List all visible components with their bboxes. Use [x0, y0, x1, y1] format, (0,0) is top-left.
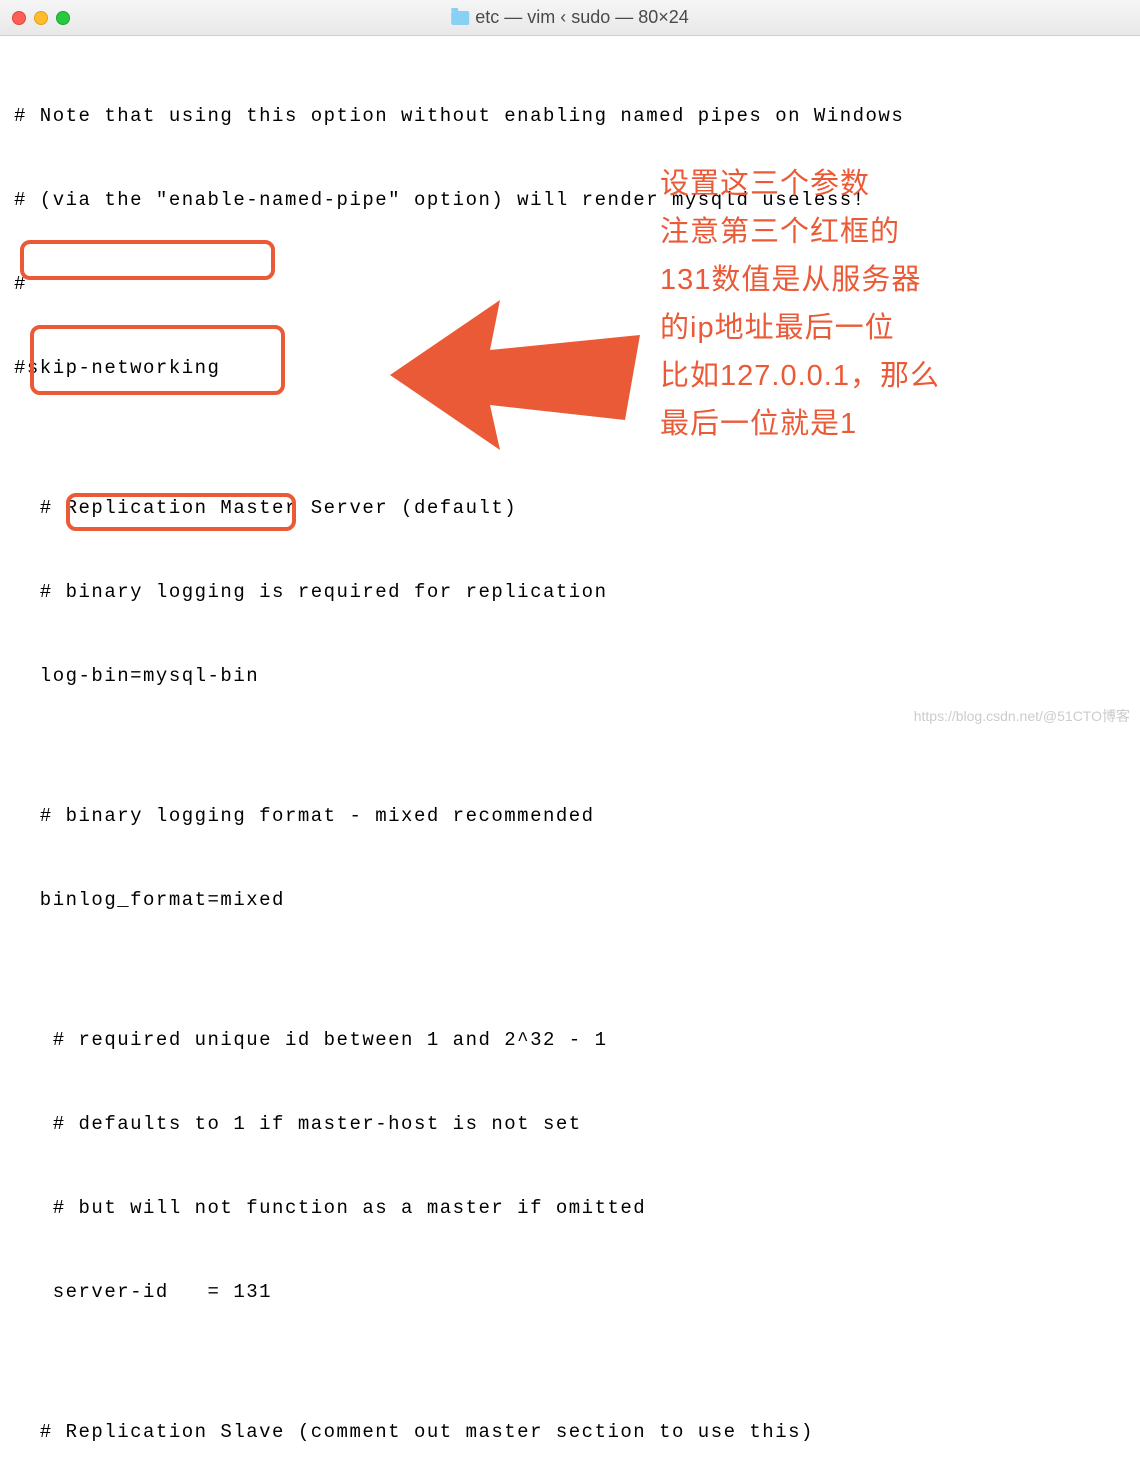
terminal-line: # required unique id between 1 and 2^32 … — [14, 1026, 1126, 1054]
arrow-icon — [390, 290, 640, 460]
highlight-box-binlogformat — [30, 325, 285, 395]
terminal-line: # binary logging format - mixed recommen… — [14, 802, 1126, 830]
terminal-line: # Note that using this option without en… — [14, 102, 1126, 130]
terminal-line: # defaults to 1 if master-host is not se… — [14, 1110, 1126, 1138]
window-title: etc — vim ‹ sudo — 80×24 — [451, 7, 689, 28]
terminal-line: # (via the "enable-named-pipe" option) w… — [14, 186, 1126, 214]
traffic-lights — [12, 11, 70, 25]
highlight-box-logbin — [20, 240, 275, 280]
terminal-line: server-id = 131 — [14, 1278, 1126, 1306]
terminal-line: binlog_format=mixed — [14, 886, 1126, 914]
close-button[interactable] — [12, 11, 26, 25]
highlight-box-serverid — [66, 493, 296, 531]
folder-icon — [451, 11, 469, 25]
title-text: etc — vim ‹ sudo — 80×24 — [475, 7, 689, 28]
terminal-line: # but will not function as a master if o… — [14, 1194, 1126, 1222]
watermark-label: https://blog.csdn.net/@51CTO博客 — [914, 706, 1130, 726]
terminal-line: # Replication Slave (comment out master … — [14, 1418, 1126, 1446]
terminal-line: # binary logging is required for replica… — [14, 578, 1126, 606]
minimize-button[interactable] — [34, 11, 48, 25]
window-titlebar: etc — vim ‹ sudo — 80×24 — [0, 0, 1140, 36]
maximize-button[interactable] — [56, 11, 70, 25]
annotation-text: 设置这三个参数 注意第三个红框的 131数值是从服务器 的ip地址最后一位 比如… — [660, 160, 940, 448]
terminal-line: log-bin=mysql-bin — [14, 662, 1126, 690]
